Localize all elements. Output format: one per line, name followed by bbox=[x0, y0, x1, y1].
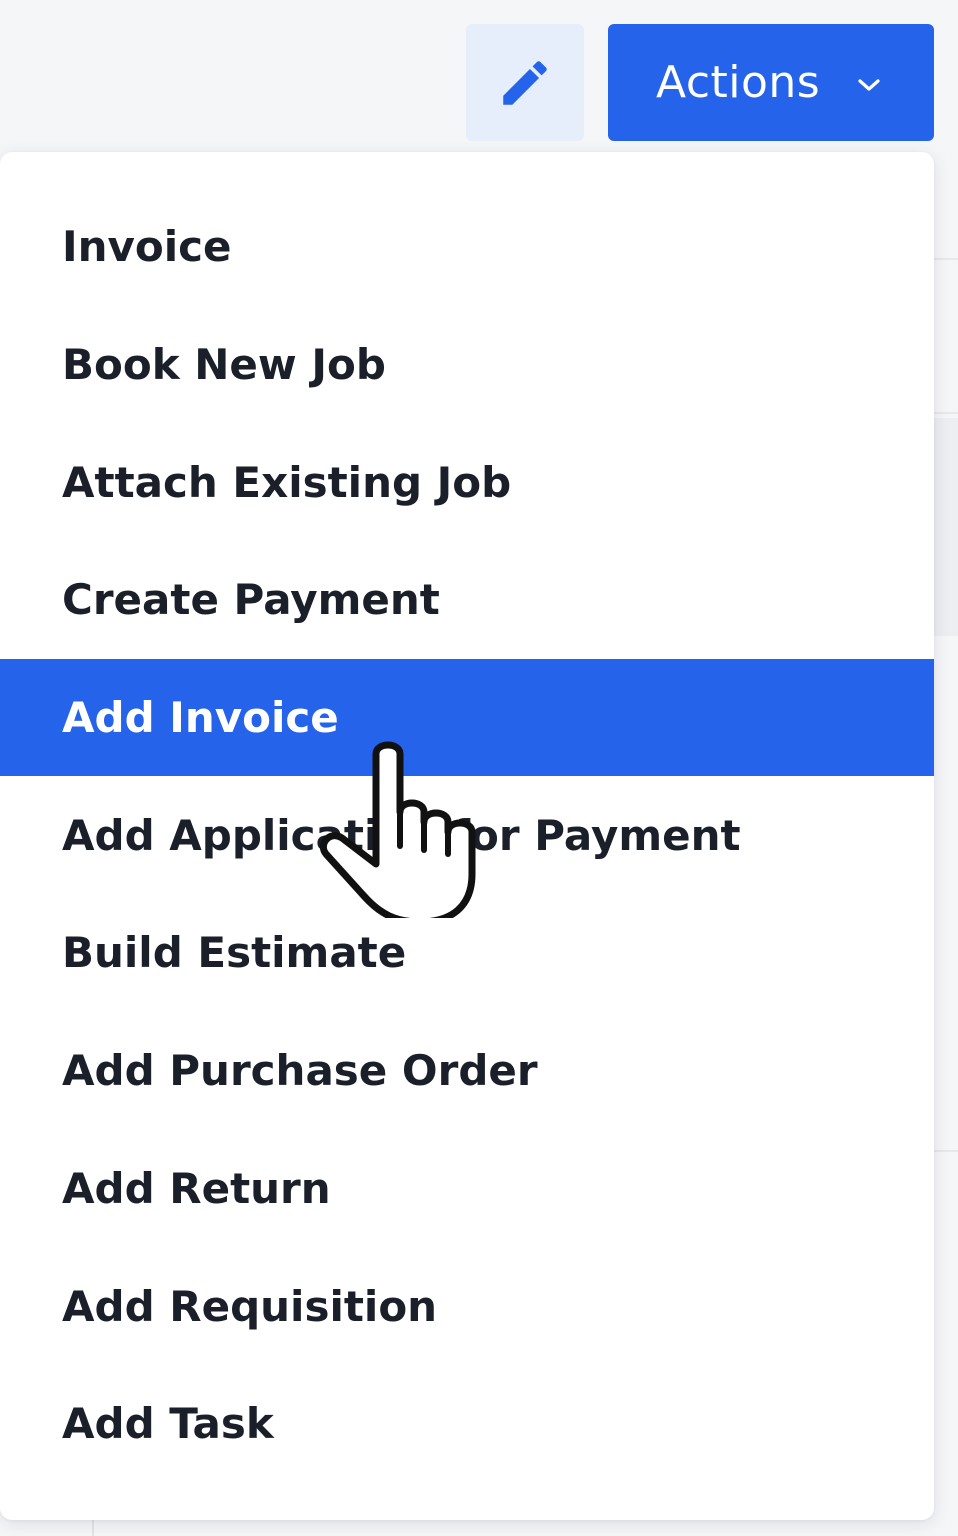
screen: Actions Invoice Book New Job Attach Existi… bbox=[0, 0, 958, 1536]
menu-item-label: Add Purchase Order bbox=[62, 1046, 538, 1096]
menu-item-add-task[interactable]: Add Task bbox=[0, 1365, 934, 1483]
menu-item-label: Add Application for Payment bbox=[62, 810, 741, 860]
menu-item-book-new-job[interactable]: Book New Job bbox=[0, 306, 934, 424]
edit-button[interactable] bbox=[466, 24, 584, 141]
menu-item-label: Add Invoice bbox=[62, 693, 339, 743]
chevron-down-icon bbox=[856, 77, 882, 93]
menu-item-build-estimate[interactable]: Build Estimate bbox=[0, 894, 934, 1012]
menu-item-label: Add Requisition bbox=[62, 1281, 438, 1331]
actions-dropdown-menu: Invoice Book New Job Attach Existing Job Cr… bbox=[0, 152, 934, 1520]
background-panel bbox=[932, 418, 958, 636]
menu-item-label: Build Estimate bbox=[62, 928, 407, 978]
menu-item-label: Attach Existing Job bbox=[62, 457, 512, 507]
pencil-icon bbox=[503, 60, 547, 105]
actions-button[interactable]: Actions bbox=[608, 24, 934, 141]
menu-item-add-purchase-order[interactable]: Add Purchase Order bbox=[0, 1012, 934, 1130]
menu-item-create-payment[interactable]: Create Payment bbox=[0, 541, 934, 659]
menu-item-add-application-for-payment[interactable]: Add Application for Payment bbox=[0, 776, 934, 894]
menu-item-add-invoice[interactable]: Add Invoice bbox=[0, 658, 934, 777]
menu-item-invoice[interactable]: Invoice bbox=[0, 188, 934, 306]
menu-item-label: Invoice bbox=[62, 222, 232, 272]
menu-item-label: Add Return bbox=[62, 1163, 331, 1213]
actions-label: Actions bbox=[656, 57, 821, 108]
menu-item-add-return[interactable]: Add Return bbox=[0, 1130, 934, 1248]
menu-item-label: Add Task bbox=[62, 1399, 274, 1449]
menu-item-add-requisition[interactable]: Add Requisition bbox=[0, 1247, 934, 1365]
menu-item-attach-existing-job[interactable]: Attach Existing Job bbox=[0, 423, 934, 541]
menu-item-label: Create Payment bbox=[62, 575, 440, 625]
menu-item-label: Book New Job bbox=[62, 340, 386, 390]
